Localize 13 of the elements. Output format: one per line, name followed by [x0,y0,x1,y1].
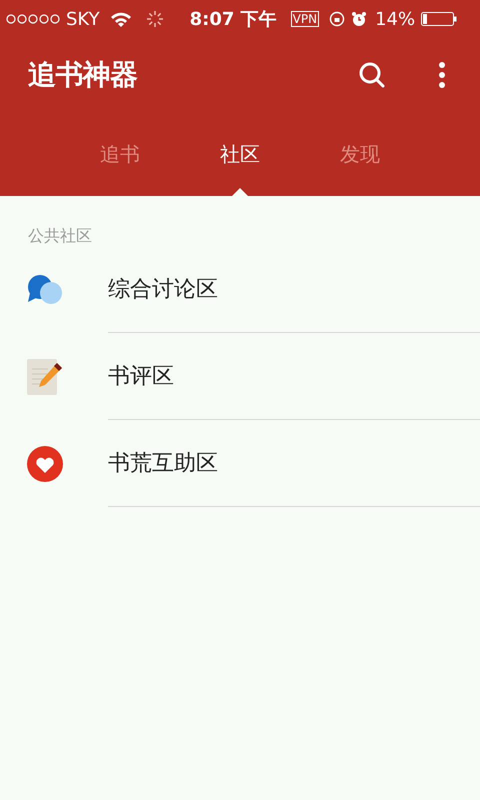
forum-list-item[interactable]: 书荒互助区 [0,420,480,507]
vpn-badge: VPN [290,11,320,27]
forum-list-item[interactable]: 综合讨论区 [0,246,480,333]
forum-name: 书评区 [108,362,174,390]
section-title: 公共社区 [27,226,93,246]
forum-name: 书荒互助区 [108,450,218,478]
forum-list-item[interactable]: 书评区 [0,333,480,420]
app-title: 追书神器 [28,57,138,93]
carrier-name: SKY [66,8,100,32]
clock-time: 8:07 下午 [190,8,277,32]
tab[interactable]: 社区 [210,112,270,196]
battery-percent: 14% [375,8,416,32]
forum-name: 综合讨论区 [108,276,218,304]
